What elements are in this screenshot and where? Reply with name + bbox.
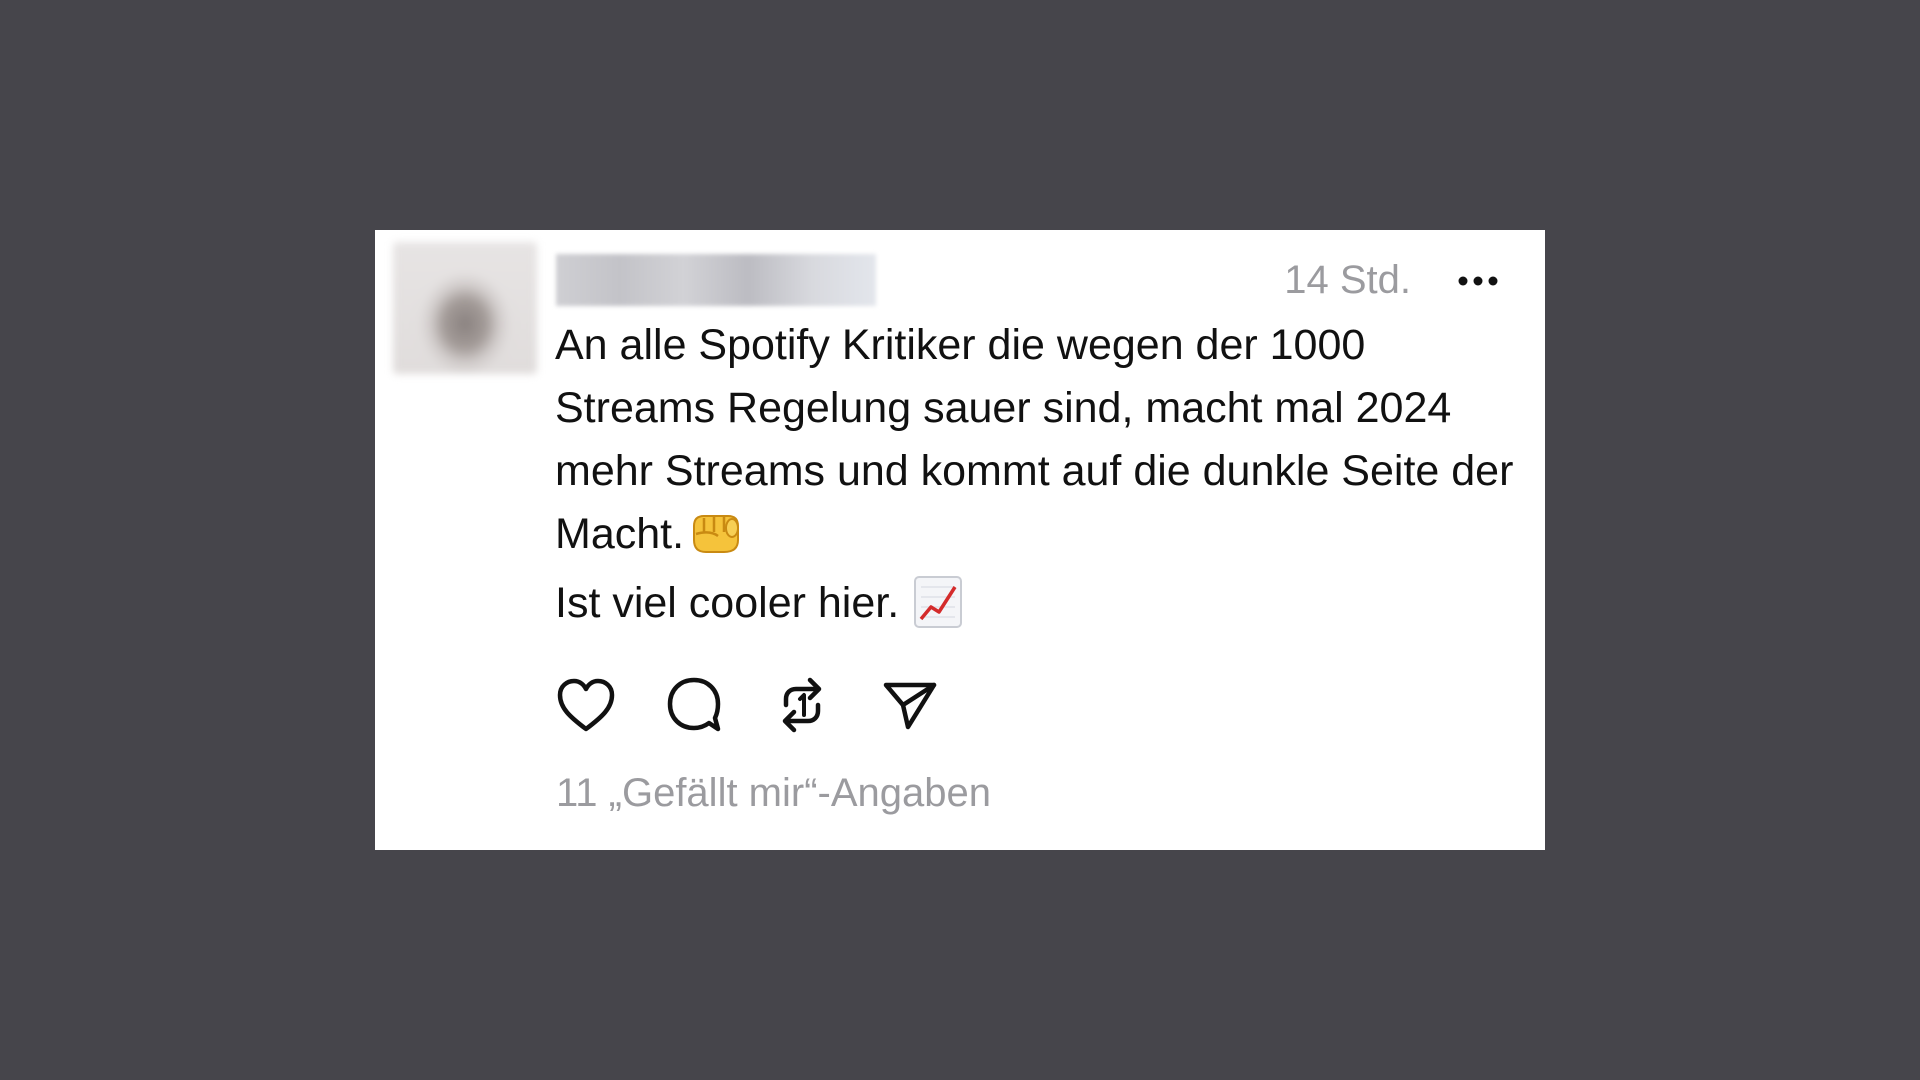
avatar[interactable] <box>393 242 537 374</box>
more-options-button[interactable] <box>1453 256 1503 306</box>
oncoming-fist-emoji-icon <box>688 506 744 556</box>
post-text-paragraph-1: An alle Spotify Kritiker die wegen der 1… <box>555 314 1525 566</box>
chart-increasing-emoji-icon <box>913 575 963 629</box>
repost-button[interactable] <box>771 674 833 736</box>
post-actions <box>555 670 987 740</box>
post-timestamp: 14 Std. <box>1284 258 1411 302</box>
like-button[interactable] <box>555 674 617 736</box>
heart-icon <box>557 678 615 732</box>
post-body: An alle Spotify Kritiker die wegen der 1… <box>555 314 1525 635</box>
more-options-icon <box>1458 276 1498 286</box>
post-text-paragraph-2: Ist viel cooler hier. <box>555 572 1525 635</box>
repost-icon <box>782 677 822 733</box>
post-text-line-2: Ist viel cooler hier. <box>555 579 900 627</box>
username-blurred[interactable] <box>556 254 876 306</box>
share-button[interactable] <box>879 674 941 736</box>
comment-button[interactable] <box>663 674 725 736</box>
post-card: 14 Std. An alle Spotify Kritiker die weg… <box>375 230 1545 850</box>
share-icon <box>883 682 937 730</box>
comment-icon <box>667 677 721 732</box>
likes-count[interactable]: 11 „Gefällt mir“-Angaben <box>556 765 991 821</box>
